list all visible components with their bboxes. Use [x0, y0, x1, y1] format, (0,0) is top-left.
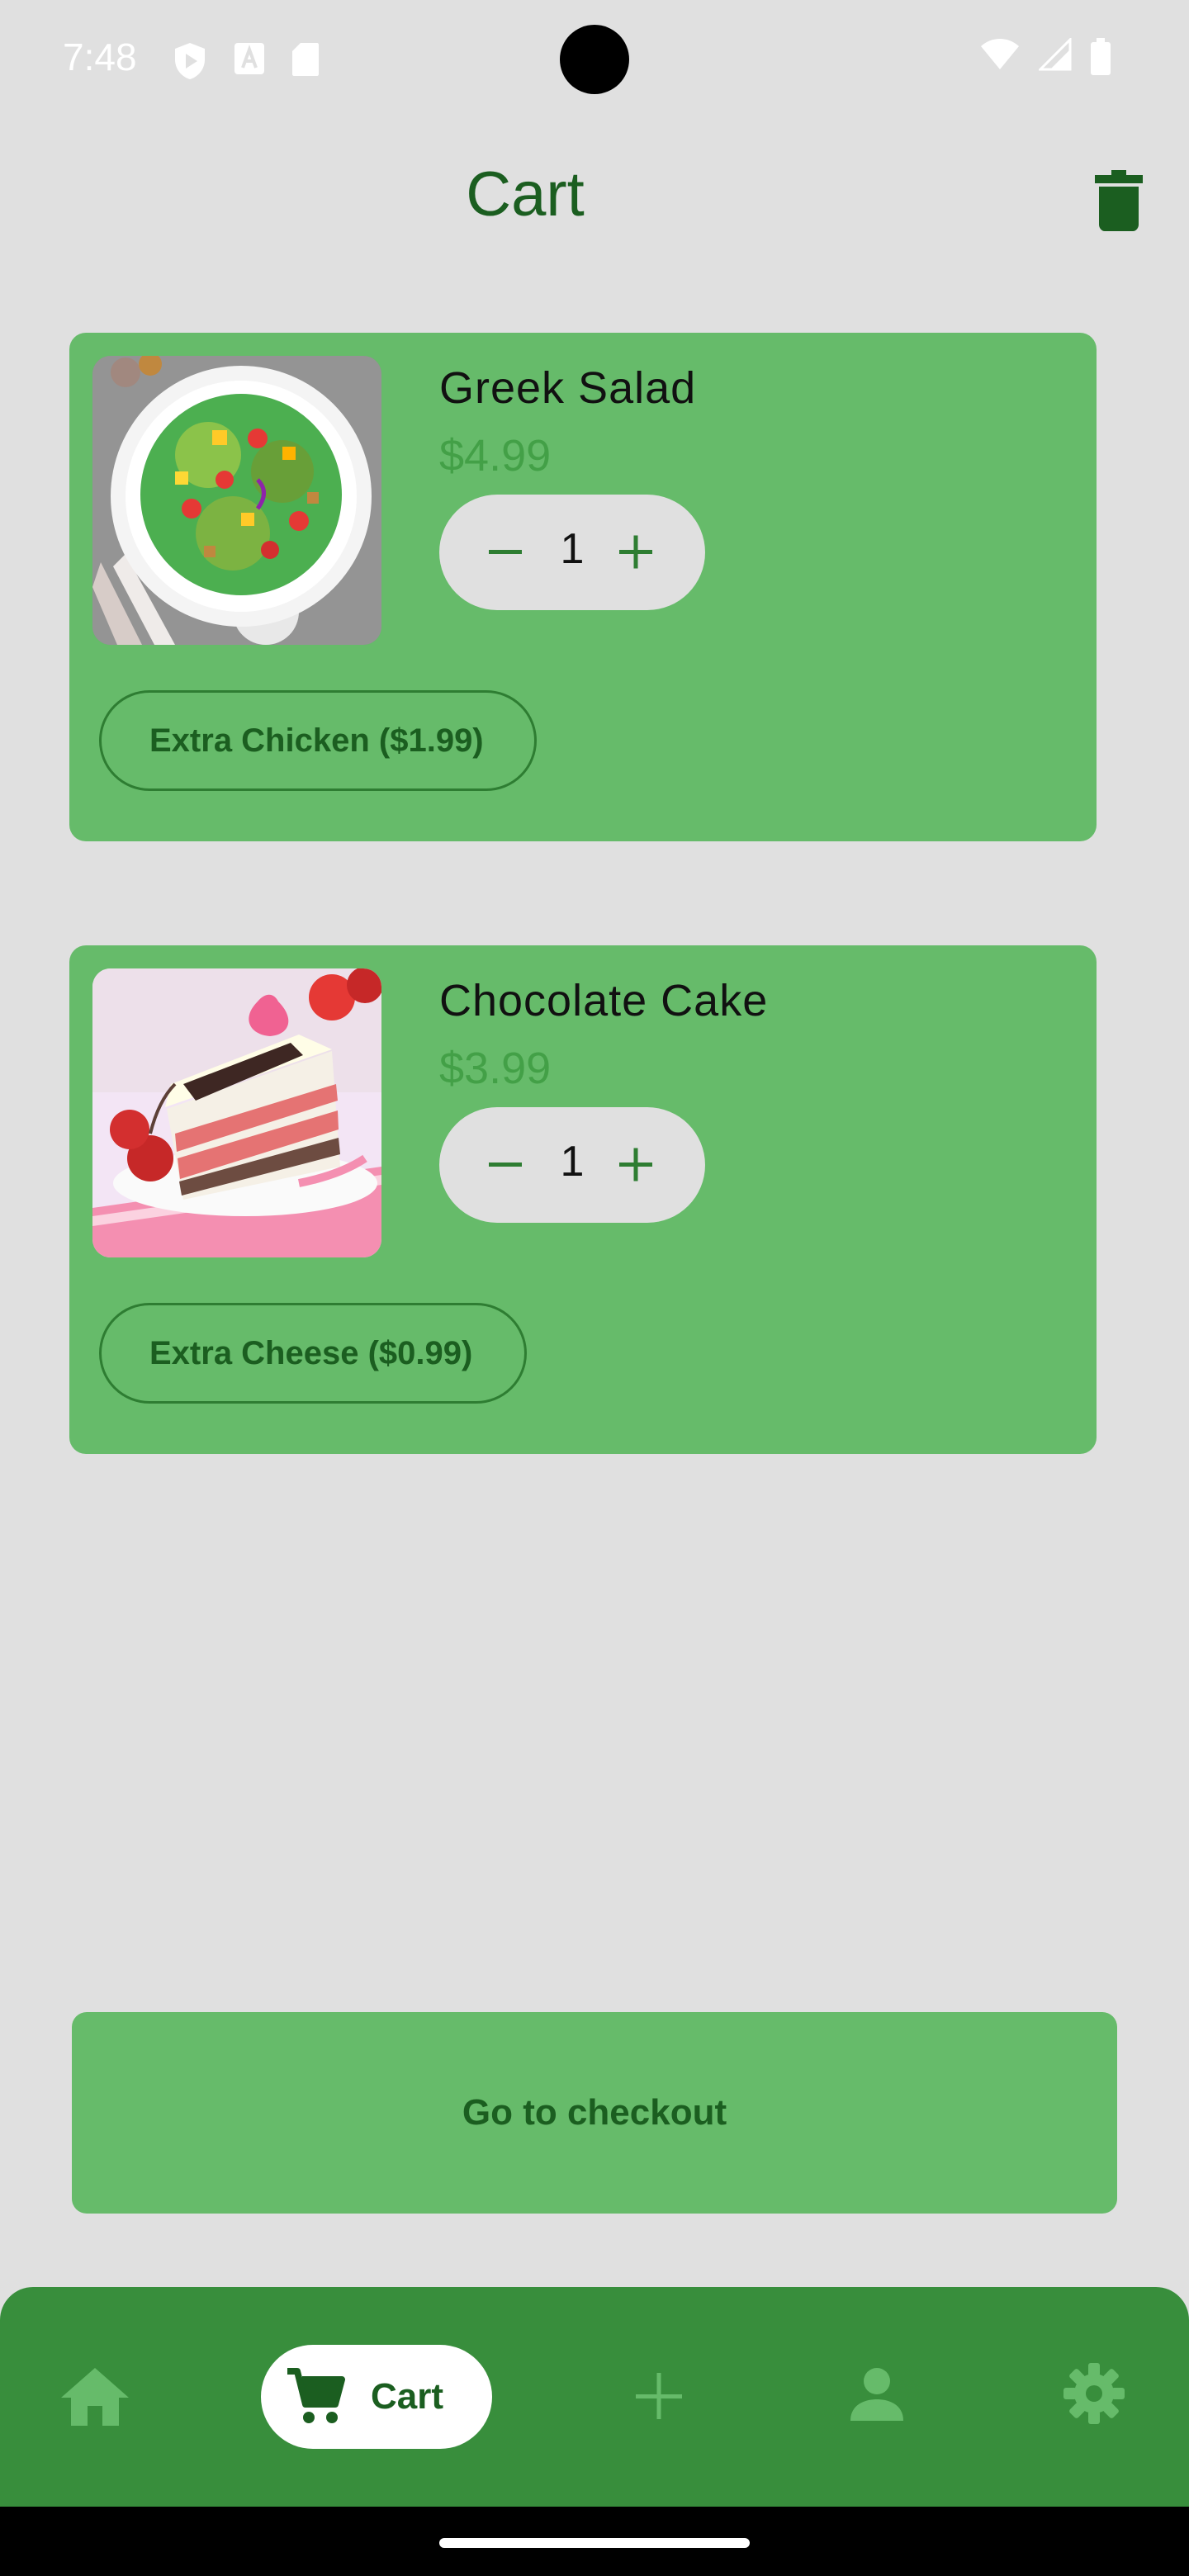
- add-icon: [636, 2373, 682, 2419]
- nav-add[interactable]: [628, 2365, 690, 2427]
- increase-quantity-button[interactable]: [603, 1107, 685, 1223]
- item-price: $3.99: [439, 1044, 552, 1093]
- gear-icon: [1063, 2363, 1125, 2424]
- item-price: $4.99: [439, 431, 552, 481]
- minus-icon: [489, 1163, 522, 1167]
- nav-cart[interactable]: Cart: [261, 2345, 492, 2449]
- plus-icon: [619, 535, 652, 569]
- trash-icon: [1095, 170, 1143, 231]
- bottom-navigation: Cart: [0, 2287, 1189, 2507]
- plus-icon: [619, 1148, 652, 1181]
- camera-cutout: [560, 25, 629, 94]
- battery-icon: [1091, 38, 1111, 75]
- checkout-button[interactable]: Go to checkout: [72, 2012, 1117, 2214]
- nav-home[interactable]: [59, 2366, 130, 2427]
- system-gesture-area: [0, 2507, 1189, 2576]
- quantity-value: 1: [560, 1138, 585, 1186]
- person-icon: [850, 2368, 903, 2421]
- cart-item-card: Chocolate Cake $3.99 1 Extra Cheese ($0.…: [69, 945, 1097, 1454]
- decrease-quantity-button[interactable]: [457, 1107, 540, 1223]
- page-title: Cart: [466, 159, 585, 230]
- wifi-icon: [981, 39, 1019, 69]
- status-bar: 7:48: [0, 0, 1189, 120]
- sd-card-icon: [292, 43, 319, 76]
- quantity-stepper: 1: [439, 495, 705, 610]
- decrease-quantity-button[interactable]: [457, 495, 540, 610]
- nav-profile[interactable]: [849, 2366, 905, 2422]
- quantity-stepper: 1: [439, 1107, 705, 1223]
- quantity-value: 1: [560, 525, 585, 573]
- item-name: Greek Salad: [439, 363, 697, 413]
- clear-cart-button[interactable]: [1095, 170, 1143, 231]
- font-icon: [234, 43, 264, 74]
- app-header: Cart: [0, 124, 1189, 272]
- increase-quantity-button[interactable]: [603, 495, 685, 610]
- cart-item-card: Greek Salad $4.99 1 Extra Chicken ($1.99…: [69, 333, 1097, 841]
- nav-cart-label: Cart: [371, 2376, 444, 2417]
- extra-option-chip[interactable]: Extra Cheese ($0.99): [99, 1303, 527, 1404]
- shield-icon: [175, 43, 205, 79]
- nav-settings[interactable]: [1063, 2363, 1125, 2424]
- cart-icon: [287, 2368, 345, 2423]
- minus-icon: [489, 550, 522, 554]
- home-icon: [61, 2368, 129, 2426]
- extra-option-chip[interactable]: Extra Chicken ($1.99): [99, 690, 537, 791]
- gesture-handle[interactable]: [439, 2538, 750, 2548]
- chocolate-cake-image: [92, 968, 381, 1257]
- greek-salad-image: [92, 356, 381, 645]
- signal-icon: [1039, 38, 1072, 71]
- item-name: Chocolate Cake: [439, 976, 769, 1025]
- status-time: 7:48: [63, 36, 137, 78]
